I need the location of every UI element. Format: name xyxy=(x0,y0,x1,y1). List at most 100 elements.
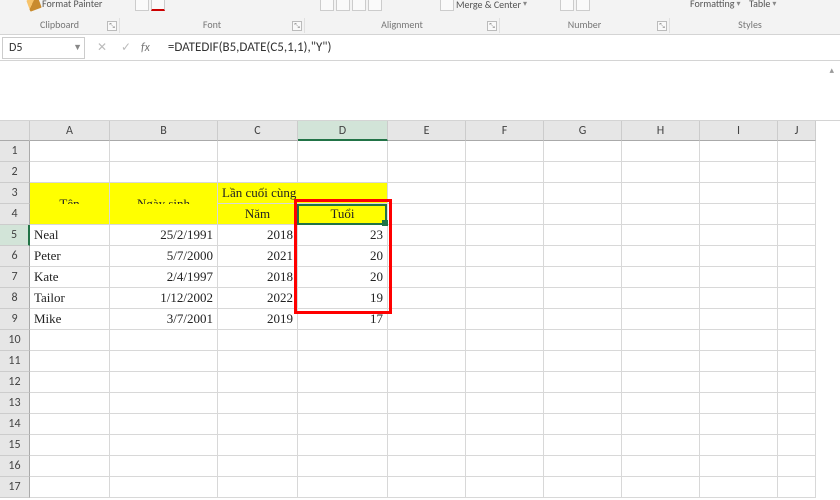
row-header-5[interactable]: 5 xyxy=(0,225,30,246)
cell[interactable]: 19 xyxy=(298,288,388,309)
row-header-9[interactable]: 9 xyxy=(0,309,30,330)
outdent-icon[interactable] xyxy=(368,0,382,11)
cell[interactable] xyxy=(622,183,700,204)
select-all-corner[interactable] xyxy=(0,121,30,141)
cell[interactable]: 2022 xyxy=(218,288,298,309)
cell[interactable]: Neal xyxy=(30,225,110,246)
row-header-15[interactable]: 15 xyxy=(0,435,30,456)
cell[interactable] xyxy=(700,372,778,393)
cell[interactable] xyxy=(466,204,544,225)
row-header-10[interactable]: 10 xyxy=(0,330,30,351)
cell[interactable] xyxy=(30,141,110,162)
cell[interactable] xyxy=(110,330,218,351)
cell[interactable] xyxy=(30,435,110,456)
cell[interactable] xyxy=(466,330,544,351)
cell[interactable] xyxy=(388,351,466,372)
cell[interactable] xyxy=(466,288,544,309)
cell[interactable] xyxy=(466,141,544,162)
cell[interactable] xyxy=(30,204,110,225)
cell[interactable] xyxy=(544,309,622,330)
cell[interactable]: 2018 xyxy=(218,267,298,288)
cell[interactable] xyxy=(30,330,110,351)
cell[interactable] xyxy=(388,246,466,267)
format-as-table-button[interactable]: Table xyxy=(749,0,770,10)
cell[interactable] xyxy=(218,477,298,498)
cell[interactable] xyxy=(544,456,622,477)
cell[interactable] xyxy=(218,351,298,372)
cell[interactable] xyxy=(110,456,218,477)
cell[interactable] xyxy=(622,372,700,393)
column-header-F[interactable]: F xyxy=(466,121,544,141)
chevron-down-icon[interactable]: ▼ xyxy=(73,42,82,53)
cell[interactable] xyxy=(388,141,466,162)
cell[interactable] xyxy=(388,393,466,414)
cell[interactable] xyxy=(622,330,700,351)
indent-icon[interactable] xyxy=(352,0,366,11)
cell[interactable] xyxy=(700,309,778,330)
cancel-formula-icon[interactable]: ✕ xyxy=(93,40,111,55)
cell[interactable]: Tên xyxy=(30,183,110,204)
cell[interactable] xyxy=(30,393,110,414)
cell[interactable] xyxy=(388,162,466,183)
cell[interactable] xyxy=(388,309,466,330)
cell[interactable]: 2019 xyxy=(218,309,298,330)
cell[interactable] xyxy=(298,393,388,414)
cell[interactable] xyxy=(778,477,816,498)
cell[interactable] xyxy=(700,225,778,246)
cell[interactable] xyxy=(778,435,816,456)
cell[interactable] xyxy=(622,162,700,183)
cell[interactable] xyxy=(544,477,622,498)
cell[interactable] xyxy=(466,456,544,477)
cell[interactable]: 17 xyxy=(298,309,388,330)
cell[interactable] xyxy=(778,330,816,351)
formula-input[interactable] xyxy=(164,37,840,59)
cell[interactable] xyxy=(110,435,218,456)
cell[interactable] xyxy=(700,393,778,414)
cell[interactable] xyxy=(218,372,298,393)
cell[interactable] xyxy=(778,225,816,246)
column-header-A[interactable]: A xyxy=(30,121,110,141)
cell[interactable] xyxy=(466,225,544,246)
cell[interactable] xyxy=(700,330,778,351)
cell[interactable] xyxy=(110,372,218,393)
cell[interactable] xyxy=(622,477,700,498)
cell[interactable] xyxy=(544,141,622,162)
cell[interactable] xyxy=(466,162,544,183)
cell[interactable]: 20 xyxy=(298,246,388,267)
cell[interactable] xyxy=(388,288,466,309)
cell[interactable] xyxy=(700,141,778,162)
cell[interactable] xyxy=(544,435,622,456)
cell[interactable] xyxy=(298,477,388,498)
cell[interactable] xyxy=(778,456,816,477)
cell[interactable]: 23 xyxy=(298,225,388,246)
cell[interactable] xyxy=(700,435,778,456)
align-left-icon[interactable] xyxy=(320,0,334,11)
column-header-G[interactable]: G xyxy=(544,121,622,141)
cell[interactable] xyxy=(778,414,816,435)
cell[interactable] xyxy=(466,309,544,330)
cell[interactable] xyxy=(778,246,816,267)
cell[interactable] xyxy=(110,351,218,372)
cell[interactable] xyxy=(388,435,466,456)
cell[interactable] xyxy=(30,351,110,372)
cell[interactable]: 1/12/2002 xyxy=(110,288,218,309)
cell[interactable] xyxy=(30,477,110,498)
align-center-icon[interactable] xyxy=(336,0,350,11)
row-header-3[interactable]: 3 xyxy=(0,183,30,204)
row-header-7[interactable]: 7 xyxy=(0,267,30,288)
cell[interactable] xyxy=(30,456,110,477)
name-box[interactable]: D5 ▼ xyxy=(2,37,85,59)
column-header-D[interactable]: D xyxy=(298,121,388,141)
cell[interactable] xyxy=(778,204,816,225)
conditional-formatting-button[interactable]: Formatting xyxy=(690,0,734,10)
cell[interactable] xyxy=(544,414,622,435)
cell[interactable] xyxy=(622,141,700,162)
cell[interactable]: 2021 xyxy=(218,246,298,267)
cell[interactable] xyxy=(466,246,544,267)
cell[interactable] xyxy=(218,414,298,435)
cell[interactable] xyxy=(622,246,700,267)
cell[interactable] xyxy=(622,225,700,246)
cell[interactable]: Lần cuối cùng khám bệnh xyxy=(218,183,298,204)
cell[interactable] xyxy=(466,351,544,372)
cell[interactable] xyxy=(622,288,700,309)
